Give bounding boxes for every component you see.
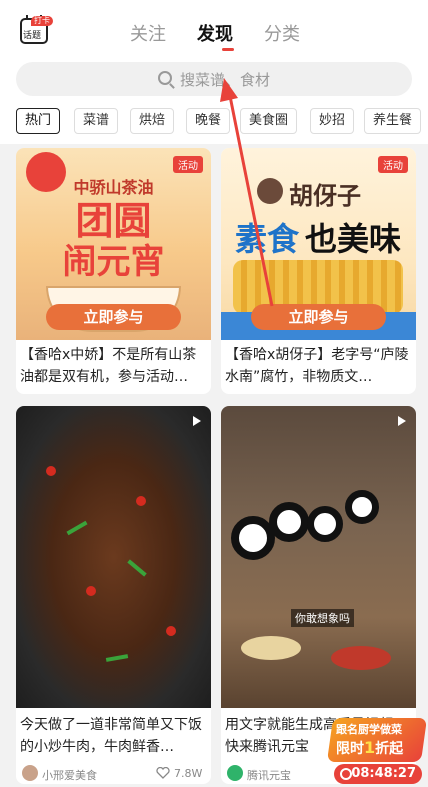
scallion-piece xyxy=(66,520,88,536)
tab-category[interactable]: 分类 xyxy=(264,20,300,46)
promo-line-2b: 1 xyxy=(364,738,376,757)
card-image xyxy=(16,406,211,708)
checkin-badge: 打卡 xyxy=(31,16,53,26)
poster-headline-2: 也美味 xyxy=(305,220,402,258)
author-name[interactable]: 小邢爱美食 xyxy=(42,767,97,783)
join-now-button[interactable]: 立即参与 xyxy=(46,304,181,330)
card-title: 【香哈x胡伢子】老字号“庐陵水南”腐竹，非物质文… xyxy=(225,347,409,385)
topic-icon-label: 话题 xyxy=(23,31,42,41)
card-image: 中骄山茶油 团圆 闹元宵 活动 立即参与 xyxy=(16,148,211,340)
search-area: 搜菜谱、食材 xyxy=(0,58,428,104)
feed-card-stir-fried-beef[interactable]: 今天做了一道非常简单又下饭的小炒牛肉，牛肉鲜香… 小邢爱美食 7.8W xyxy=(16,406,211,784)
search-icon xyxy=(158,71,172,85)
author-avatar[interactable] xyxy=(227,765,243,781)
promo-line-2c: 折起 xyxy=(375,741,404,757)
video-play-icon xyxy=(398,416,406,426)
chip-recipes[interactable]: 菜谱 xyxy=(74,108,119,134)
panda xyxy=(345,490,379,524)
poster-headline-1: 素食 xyxy=(235,220,300,258)
chip-hot[interactable]: 热门 xyxy=(16,108,61,134)
promo-floating-banner[interactable]: 跟名厨学做菜 限时1折起 08:48:27 xyxy=(326,718,428,784)
chip-food-circle[interactable]: 美食圈 xyxy=(240,108,298,134)
countdown-value: 08:48:27 xyxy=(351,766,416,781)
join-now-button[interactable]: 立即参与 xyxy=(251,304,386,330)
dish xyxy=(241,636,301,660)
chili-piece xyxy=(86,586,96,596)
activity-badge: 活动 xyxy=(378,156,408,173)
brand-logo xyxy=(257,178,283,204)
chili-piece xyxy=(46,466,56,476)
category-chips: 热门 菜谱 烘焙 晚餐 美食圈 妙招 养生餐 xyxy=(0,104,428,144)
poster-headline-2: 闹元宵 xyxy=(62,242,165,282)
scallion-piece xyxy=(105,654,129,662)
chip-healthy[interactable]: 养生餐 xyxy=(364,108,422,134)
chili-piece xyxy=(136,496,146,506)
chip-baking[interactable]: 烘焙 xyxy=(130,108,175,134)
video-caption: 你敢想象吗 xyxy=(291,609,354,627)
poster-brand: 中骄山茶油 xyxy=(73,178,154,197)
author-name[interactable]: 腾讯元宝 xyxy=(247,767,291,783)
feed-card-tofu-skin[interactable]: 胡伢子 素食 也美味 活动 立即参与 【香哈x胡伢子】老字号“庐陵水南”腐竹，非… xyxy=(221,148,416,394)
chip-dinner[interactable]: 晚餐 xyxy=(186,108,231,134)
clock-icon xyxy=(340,768,352,780)
chip-tips[interactable]: 妙招 xyxy=(310,108,355,134)
search-placeholder: 搜菜谱、食材 xyxy=(180,71,271,89)
promo-line-2a: 限时 xyxy=(336,741,364,757)
panda xyxy=(269,502,309,542)
feed-card-camellia-oil[interactable]: 中骄山茶油 团圆 闹元宵 活动 立即参与 【香哈x中娇】不是所有山茶油都是双有机… xyxy=(16,148,211,394)
tab-follow[interactable]: 关注 xyxy=(130,20,166,46)
author-avatar[interactable] xyxy=(22,765,38,781)
poster-headline-1: 团圆 xyxy=(75,199,152,243)
dish xyxy=(331,646,391,670)
video-play-icon xyxy=(193,416,201,426)
card-title: 【香哈x中娇】不是所有山茶油都是双有机，参与活动… xyxy=(20,347,197,385)
promo-line-2: 限时1折起 xyxy=(336,738,403,758)
chili-piece xyxy=(166,626,176,636)
card-image: 胡伢子 素食 也美味 活动 立即参与 xyxy=(221,148,416,340)
active-tab-indicator xyxy=(222,48,234,51)
activity-badge: 活动 xyxy=(173,156,203,173)
like-count: 7.8W xyxy=(174,767,203,780)
poster-brand: 胡伢子 xyxy=(289,182,361,210)
panda xyxy=(307,506,343,542)
heart-icon[interactable] xyxy=(156,767,170,779)
search-input[interactable]: 搜菜谱、食材 xyxy=(16,62,412,96)
card-title: 今天做了一道非常简单又下饭的小炒牛肉，牛肉鲜香… xyxy=(20,717,202,755)
card-image: 你敢想象吗 xyxy=(221,406,416,708)
tab-discover[interactable]: 发现 xyxy=(197,20,233,46)
scallion-piece xyxy=(127,559,147,577)
promo-line-1: 跟名厨学做菜 xyxy=(336,723,402,736)
top-bar: 话题 打卡 关注 发现 分类 xyxy=(0,0,428,58)
countdown-timer: 08:48:27 xyxy=(334,764,422,784)
